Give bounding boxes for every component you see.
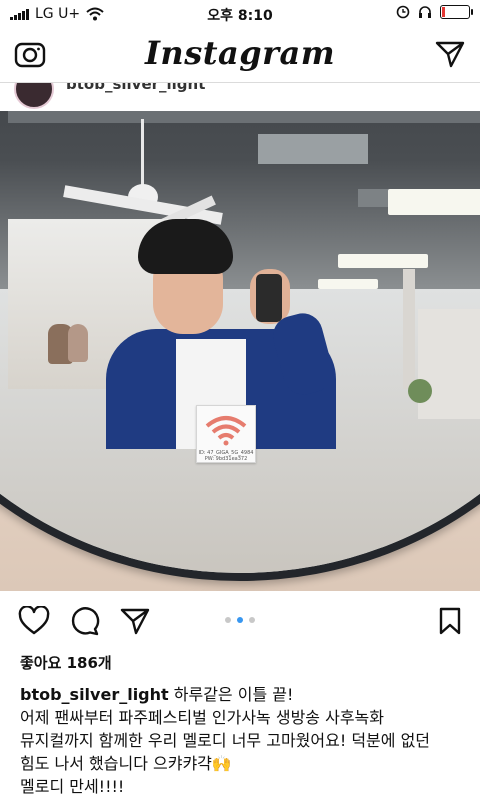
caption-line: 멜로디 만세!!!! (20, 777, 125, 796)
app-header: Instagram (0, 28, 480, 83)
likes-count[interactable]: 좋아요 186개 (20, 652, 112, 673)
post-caption: btob_silver_light 하루같은 이틀 끝! 어제 팬싸부터 파주페… (20, 683, 470, 798)
app-title: Instagram (144, 34, 336, 72)
ceiling-duct (258, 134, 368, 164)
ceiling-beam (8, 111, 480, 123)
person-hair (138, 219, 233, 274)
post-username[interactable]: btob_silver_light (66, 83, 205, 93)
person-background (68, 324, 88, 362)
caption-line: 힘도 나서 했습니다 으캬캬갹🙌 (20, 754, 232, 773)
carousel-dot (249, 617, 255, 623)
caption-first-line: 하루같은 이틀 끝! (173, 685, 294, 704)
wifi-info-card: ID: 47_GIGA_5G_4984 PW: 9bd31ea372 (196, 405, 256, 463)
fan-rod (141, 119, 144, 189)
alarm-icon (396, 5, 410, 19)
post-photo[interactable]: ID: 47_GIGA_5G_4984 PW: 9bd31ea372 (0, 111, 480, 591)
carousel-indicator (0, 617, 480, 623)
room-pillar (403, 269, 415, 389)
battery-icon (440, 5, 473, 19)
ceiling-light (338, 254, 428, 268)
post-header: btob_silver_light (0, 83, 480, 110)
avatar[interactable] (14, 83, 54, 109)
carousel-dot-active (237, 617, 243, 623)
status-bar: LG U+ 오후 8:10 (0, 0, 480, 28)
phone (256, 274, 282, 322)
room-wall-right (418, 309, 480, 419)
round-mirror (0, 111, 480, 581)
ceiling-light (388, 189, 480, 215)
caption-username[interactable]: btob_silver_light (20, 685, 169, 704)
direct-message-icon[interactable] (434, 39, 466, 69)
carousel-dot (225, 617, 231, 623)
mirror-reflection (0, 111, 480, 573)
wifi-pw-text: PW: 9bd31ea372 (204, 456, 248, 462)
caption-line: 뮤지컬까지 함께한 우리 멜로디 너무 고마웠어요! 덕분에 없던 (20, 731, 431, 750)
wifi-icon (205, 416, 247, 446)
caption-line: 어제 팬싸부터 파주페스티벌 인가사녹 생방송 사후녹화 (20, 708, 384, 727)
status-right (396, 5, 473, 19)
headphones-icon (419, 6, 431, 18)
ceiling-light (318, 279, 378, 289)
plant (408, 379, 432, 403)
